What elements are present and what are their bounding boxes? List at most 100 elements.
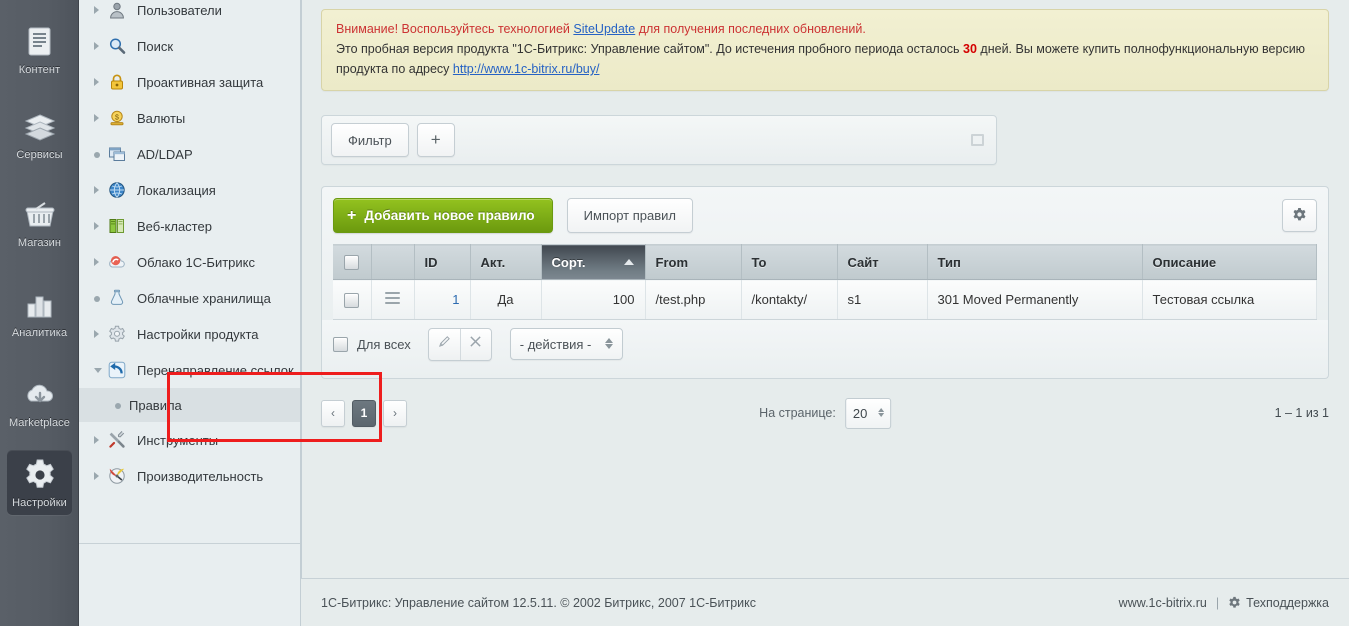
bar-chart-icon (7, 288, 72, 322)
chevron-right-icon[interactable] (94, 436, 108, 444)
chevron-right-icon[interactable] (94, 330, 108, 338)
chevron-right-icon[interactable] (94, 258, 108, 266)
select-all-rows-checkbox[interactable] (333, 336, 348, 352)
cell-to: /kontakty/ (741, 279, 838, 320)
col-from[interactable]: From (645, 244, 742, 280)
chevron-down-icon[interactable] (94, 367, 108, 373)
pagination-prev-button[interactable]: ‹ (321, 399, 345, 427)
rail-item-marketplace[interactable]: Marketplace (7, 370, 72, 435)
sidebar-item-0[interactable]: Пользователи (79, 0, 300, 28)
chevron-right-icon[interactable] (94, 42, 108, 50)
basket-icon (7, 198, 72, 232)
filter-panel: Фильтр + (321, 115, 997, 165)
notice-line1-pre: Внимание! Воспользуйтесь технологией (336, 22, 574, 36)
rail-item-shop[interactable]: Магазин (7, 190, 72, 255)
gear-icon (1292, 207, 1307, 225)
delete-selected-button[interactable] (459, 328, 491, 360)
add-new-rule-button[interactable]: + Добавить новое правило (333, 198, 553, 233)
svg-text:$: $ (115, 115, 119, 122)
rail-item-label: Контент (18, 64, 61, 76)
pagination-total-label: 1 – 1 из 1 (1274, 406, 1329, 420)
per-page-select[interactable]: 20 (844, 397, 891, 429)
siteupdate-link[interactable]: SiteUpdate (573, 22, 635, 36)
gear-icon (108, 325, 132, 343)
footer-site-link[interactable]: www.1c-bitrix.ru (1119, 596, 1207, 610)
sidebar-menu-scroll[interactable]: Пользователи Поиск Проактивная защита $ Валю… (79, 0, 300, 543)
col-select-all[interactable] (333, 244, 372, 280)
sidebar-item-5[interactable]: Локализация (79, 172, 300, 208)
buy-link[interactable]: http://www.1c-bitrix.ru/buy/ (453, 62, 600, 76)
rail-item-label: Магазин (17, 237, 62, 249)
col-id[interactable]: ID (414, 244, 471, 280)
sidebar-item-9[interactable]: Настройки продукта (79, 316, 300, 352)
sidebar-item-label: Правила (129, 397, 182, 413)
filter-button[interactable]: Фильтр (331, 123, 409, 157)
row-drag-cell[interactable] (371, 279, 415, 320)
cell-id[interactable]: 1 (414, 279, 471, 320)
chevron-right-icon[interactable] (94, 186, 108, 194)
sidebar-item-13[interactable]: Производительность (79, 458, 300, 494)
col-active[interactable]: Акт. (470, 244, 542, 280)
per-page-control: На странице: 20 (759, 397, 891, 429)
sidebar-item-label: Облако 1С-Битрикс (137, 254, 255, 270)
rail-item-label: Сервисы (16, 149, 63, 161)
bullet-icon (115, 396, 129, 414)
grid-settings-button[interactable] (1282, 199, 1317, 232)
bulk-actions-select[interactable]: - действия - (509, 328, 623, 360)
sidebar-item-1[interactable]: Поиск (79, 28, 300, 64)
redirect-icon (108, 361, 132, 379)
sidebar-item-2[interactable]: Проактивная защита (79, 64, 300, 100)
rail-item-content[interactable]: Контент (7, 17, 72, 82)
sidebar-item-6[interactable]: Веб-кластер (79, 208, 300, 244)
sidebar-item-4[interactable]: AD/LDAP (79, 136, 300, 172)
sidebar-item-7[interactable]: Облако 1С-Битрикс (79, 244, 300, 280)
support-link[interactable]: Техподдержка (1246, 596, 1329, 610)
cell-site: s1 (837, 279, 928, 320)
row-id-link[interactable]: 1 (452, 292, 459, 307)
sidebar-item-8[interactable]: Облачные хранилища (79, 280, 300, 316)
chevron-right-icon[interactable] (94, 78, 108, 86)
col-to[interactable]: To (741, 244, 838, 280)
col-description[interactable]: Описание (1142, 244, 1317, 280)
table-row[interactable]: 1 Да 100/test.php/kontakty/s1 301 Moved Per… (333, 279, 1317, 320)
import-rules-button[interactable]: Импорт правил (566, 198, 693, 233)
select-all-checkbox[interactable] (344, 255, 360, 271)
row-checkbox-cell[interactable] (333, 279, 372, 320)
sidebar-item-label: Инструменты (137, 432, 219, 448)
chevron-right-icon[interactable] (94, 6, 108, 14)
sidebar-item-12[interactable]: Инструменты (79, 422, 300, 458)
filter-collapse-icon[interactable] (971, 134, 984, 146)
rail-item-analytics[interactable]: Аналитика (7, 280, 72, 345)
bullet-icon (94, 145, 108, 163)
cell-description: Тестовая ссылка (1142, 279, 1317, 320)
chevron-right-icon[interactable] (94, 114, 108, 122)
window-icon (108, 145, 132, 163)
drag-handle-icon[interactable] (385, 289, 400, 307)
col-site[interactable]: Сайт (837, 244, 928, 280)
table-body: 1 Да 100/test.php/kontakty/s1 301 Moved Per… (333, 279, 1317, 320)
sidebar-item-label: Локализация (137, 182, 216, 198)
chevron-right-icon[interactable] (94, 472, 108, 480)
sort-asc-icon (623, 259, 634, 265)
main-left-border (301, 0, 302, 626)
sidebar-item-11[interactable]: Правила (79, 388, 300, 422)
pagination-next-button[interactable]: › (383, 399, 407, 427)
row-checkbox[interactable] (344, 292, 360, 308)
sidebar-item-label: AD/LDAP (137, 146, 193, 162)
rules-table: ID Акт. Сорт. From To Сайт Тип Описание … (333, 244, 1317, 320)
rail-item-settings[interactable]: Настройки (7, 450, 72, 515)
sidebar-item-label: Настройки продукта (137, 326, 259, 342)
sidebar-item-10[interactable]: Перенаправление ссылок (79, 352, 300, 388)
pagination-page-1[interactable]: 1 (352, 399, 376, 427)
tools-icon (108, 431, 132, 449)
per-page-label: На странице: (759, 406, 836, 420)
edit-selected-button[interactable] (429, 329, 460, 360)
col-sort[interactable]: Сорт. (541, 244, 646, 280)
server-icon (108, 217, 132, 235)
chevron-right-icon[interactable] (94, 222, 108, 230)
filter-add-button[interactable]: + (416, 123, 455, 157)
sidebar-item-3[interactable]: $ Валюты (79, 100, 300, 136)
rail-item-services[interactable]: Сервисы (7, 102, 72, 167)
rail-item-label: Настройки (12, 497, 67, 509)
col-type[interactable]: Тип (927, 244, 1143, 280)
